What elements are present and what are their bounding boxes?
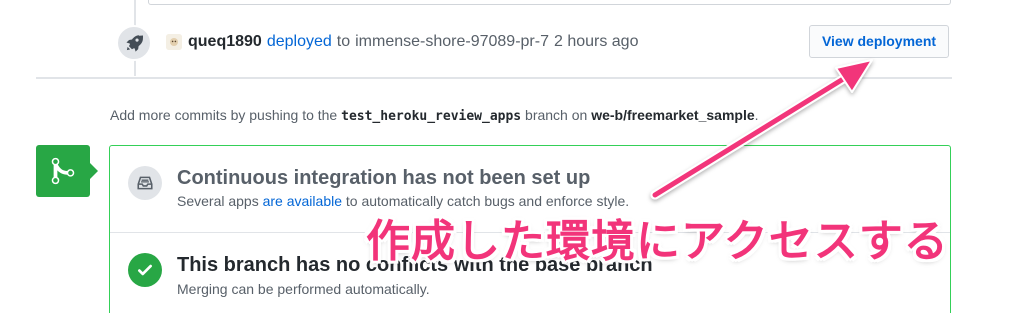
push-hint-suffix: . bbox=[754, 107, 759, 123]
push-hint-prefix: Add more commits by pushing to the bbox=[110, 107, 338, 123]
merge-status-subtitle: Merging can be performed automatically. bbox=[177, 281, 430, 297]
user-avatar[interactable] bbox=[166, 34, 182, 50]
timeline-divider bbox=[36, 77, 952, 79]
ci-inbox-icon bbox=[128, 166, 162, 200]
branch-name: test_heroku_review_apps bbox=[341, 109, 522, 124]
git-merge-icon bbox=[36, 145, 98, 197]
deployment-event: queq1890 deployed to immense-shore-97089… bbox=[166, 32, 638, 52]
ci-status-title: Continuous integration has not been set … bbox=[177, 167, 591, 189]
check-icon bbox=[128, 253, 162, 287]
repo-name: we-b/freemarket_sample bbox=[591, 107, 755, 123]
pull-request-timeline: queq1890 deployed to immense-shore-97089… bbox=[0, 0, 1024, 313]
to-word: to bbox=[336, 33, 351, 50]
actor-username[interactable]: queq1890 bbox=[188, 32, 262, 52]
deploy-timestamp[interactable]: 2 hours ago bbox=[554, 32, 639, 52]
previous-card-edge bbox=[148, 0, 951, 5]
view-deployment-button[interactable]: View deployment bbox=[809, 25, 949, 58]
apps-available-link[interactable]: are available bbox=[263, 193, 342, 209]
annotation-text: 作成した環境にアクセスする bbox=[366, 216, 949, 267]
ci-sub-prefix: Several apps bbox=[177, 193, 259, 209]
push-hint: Add more commits by pushing to the test_… bbox=[110, 106, 759, 126]
environment-name: immense-shore-97089-pr-7 bbox=[355, 33, 549, 50]
rocket-icon bbox=[116, 25, 152, 61]
deployed-link[interactable]: deployed bbox=[267, 32, 332, 52]
push-hint-middle: branch on bbox=[525, 107, 588, 123]
